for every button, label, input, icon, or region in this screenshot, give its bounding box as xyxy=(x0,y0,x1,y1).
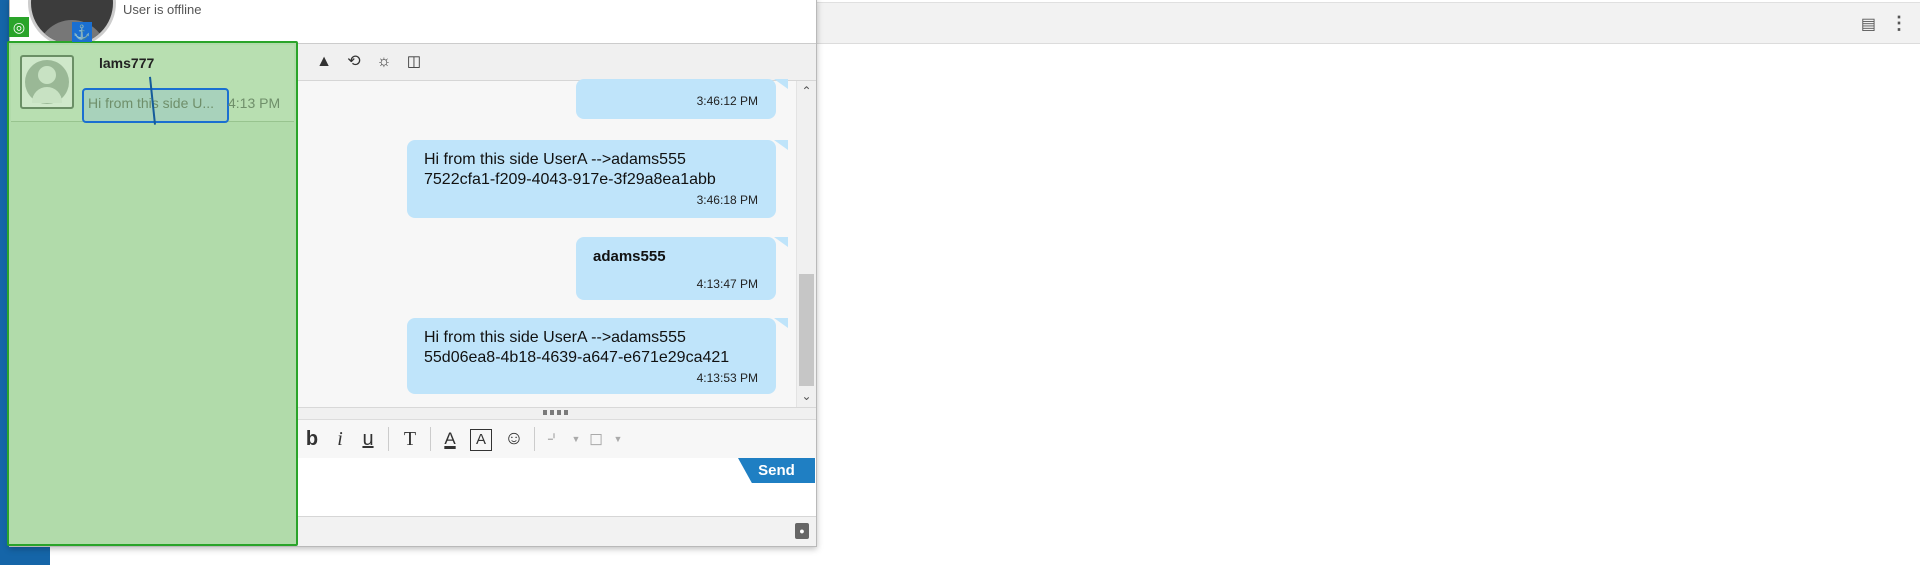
message-time: 4:13:53 PM xyxy=(696,371,758,385)
message-bubble: adams555 4:13:47 PM xyxy=(576,237,776,300)
message-bubble: Hi from this side UserA -->adams555 7522… xyxy=(407,140,776,218)
contact-avatar xyxy=(20,55,74,109)
italic-button[interactable]: i xyxy=(328,427,352,451)
history-icon[interactable]: ⟲ xyxy=(344,52,364,72)
separator xyxy=(430,427,431,451)
contact-last-time: 4:13 PM xyxy=(228,95,281,111)
message-text: 55d06ea8-4b18-4639-a647-e671e29ca421 xyxy=(424,349,730,366)
message-text: Hi from this side UserA -->adams555 xyxy=(424,329,686,346)
separator xyxy=(388,427,389,451)
message-scrollbar[interactable]: ⌃ ⌄ xyxy=(796,81,816,407)
message-text: 7522cfa1-f209-4043-917e-3f29a8ea1abb xyxy=(424,171,716,188)
scroll-down-icon[interactable]: ⌄ xyxy=(799,389,814,404)
underline-button[interactable]: u xyxy=(356,427,380,451)
lock-icon: ● xyxy=(795,523,809,539)
message-bubble: 3:46:12 PM xyxy=(576,79,776,119)
message-preview: Hi from this side U... xyxy=(88,95,215,111)
font-size-button[interactable]: T xyxy=(398,427,422,451)
app-top-bar: ▤ ⋮ xyxy=(815,2,1920,44)
message-bubble: Hi from this side UserA -->adams555 55d0… xyxy=(407,318,776,394)
comment-icon[interactable]: ▤ xyxy=(1861,14,1876,34)
video-icon[interactable]: ◫ xyxy=(404,52,424,72)
message-time: 3:46:18 PM xyxy=(696,193,758,207)
chat-header: User is offline xyxy=(10,0,816,47)
scrollbar-thumb[interactable] xyxy=(799,274,814,386)
separator xyxy=(534,427,535,451)
font-color-button[interactable]: A xyxy=(438,427,462,451)
message-text: Hi from this side UserA -->adams555 xyxy=(424,151,686,168)
org-chart-icon[interactable]: ▲ xyxy=(314,52,334,72)
highlight-button[interactable]: A xyxy=(470,429,492,451)
message-time: 4:13:47 PM xyxy=(696,277,758,291)
screenshot-icon[interactable]: ◻ xyxy=(584,427,608,451)
message-time: 3:46:12 PM xyxy=(696,94,758,108)
contact-list-panel: lams777 Hi from this side U... 4:13 PM xyxy=(7,41,298,546)
bold-button[interactable]: b xyxy=(300,427,324,451)
chevron-down-icon[interactable]: ▼ xyxy=(606,427,630,451)
target-icon: ◎ xyxy=(9,17,29,37)
scroll-up-icon[interactable]: ⌃ xyxy=(799,84,814,99)
more-options-icon[interactable]: ⋮ xyxy=(1890,13,1908,34)
user-status: User is offline xyxy=(123,2,202,17)
topbar-icons: ▤ ⋮ xyxy=(1861,13,1908,34)
splitter-grip-icon[interactable] xyxy=(543,410,569,415)
message-sender: adams555 xyxy=(593,248,666,265)
attachment-icon[interactable]: ⌏ xyxy=(542,427,566,451)
anchor-icon: ⚓ xyxy=(72,22,92,42)
contact-name: lams777 xyxy=(99,55,155,71)
add-contact-icon[interactable]: ☼ xyxy=(374,52,394,72)
emoji-icon[interactable]: ☺ xyxy=(502,427,526,451)
